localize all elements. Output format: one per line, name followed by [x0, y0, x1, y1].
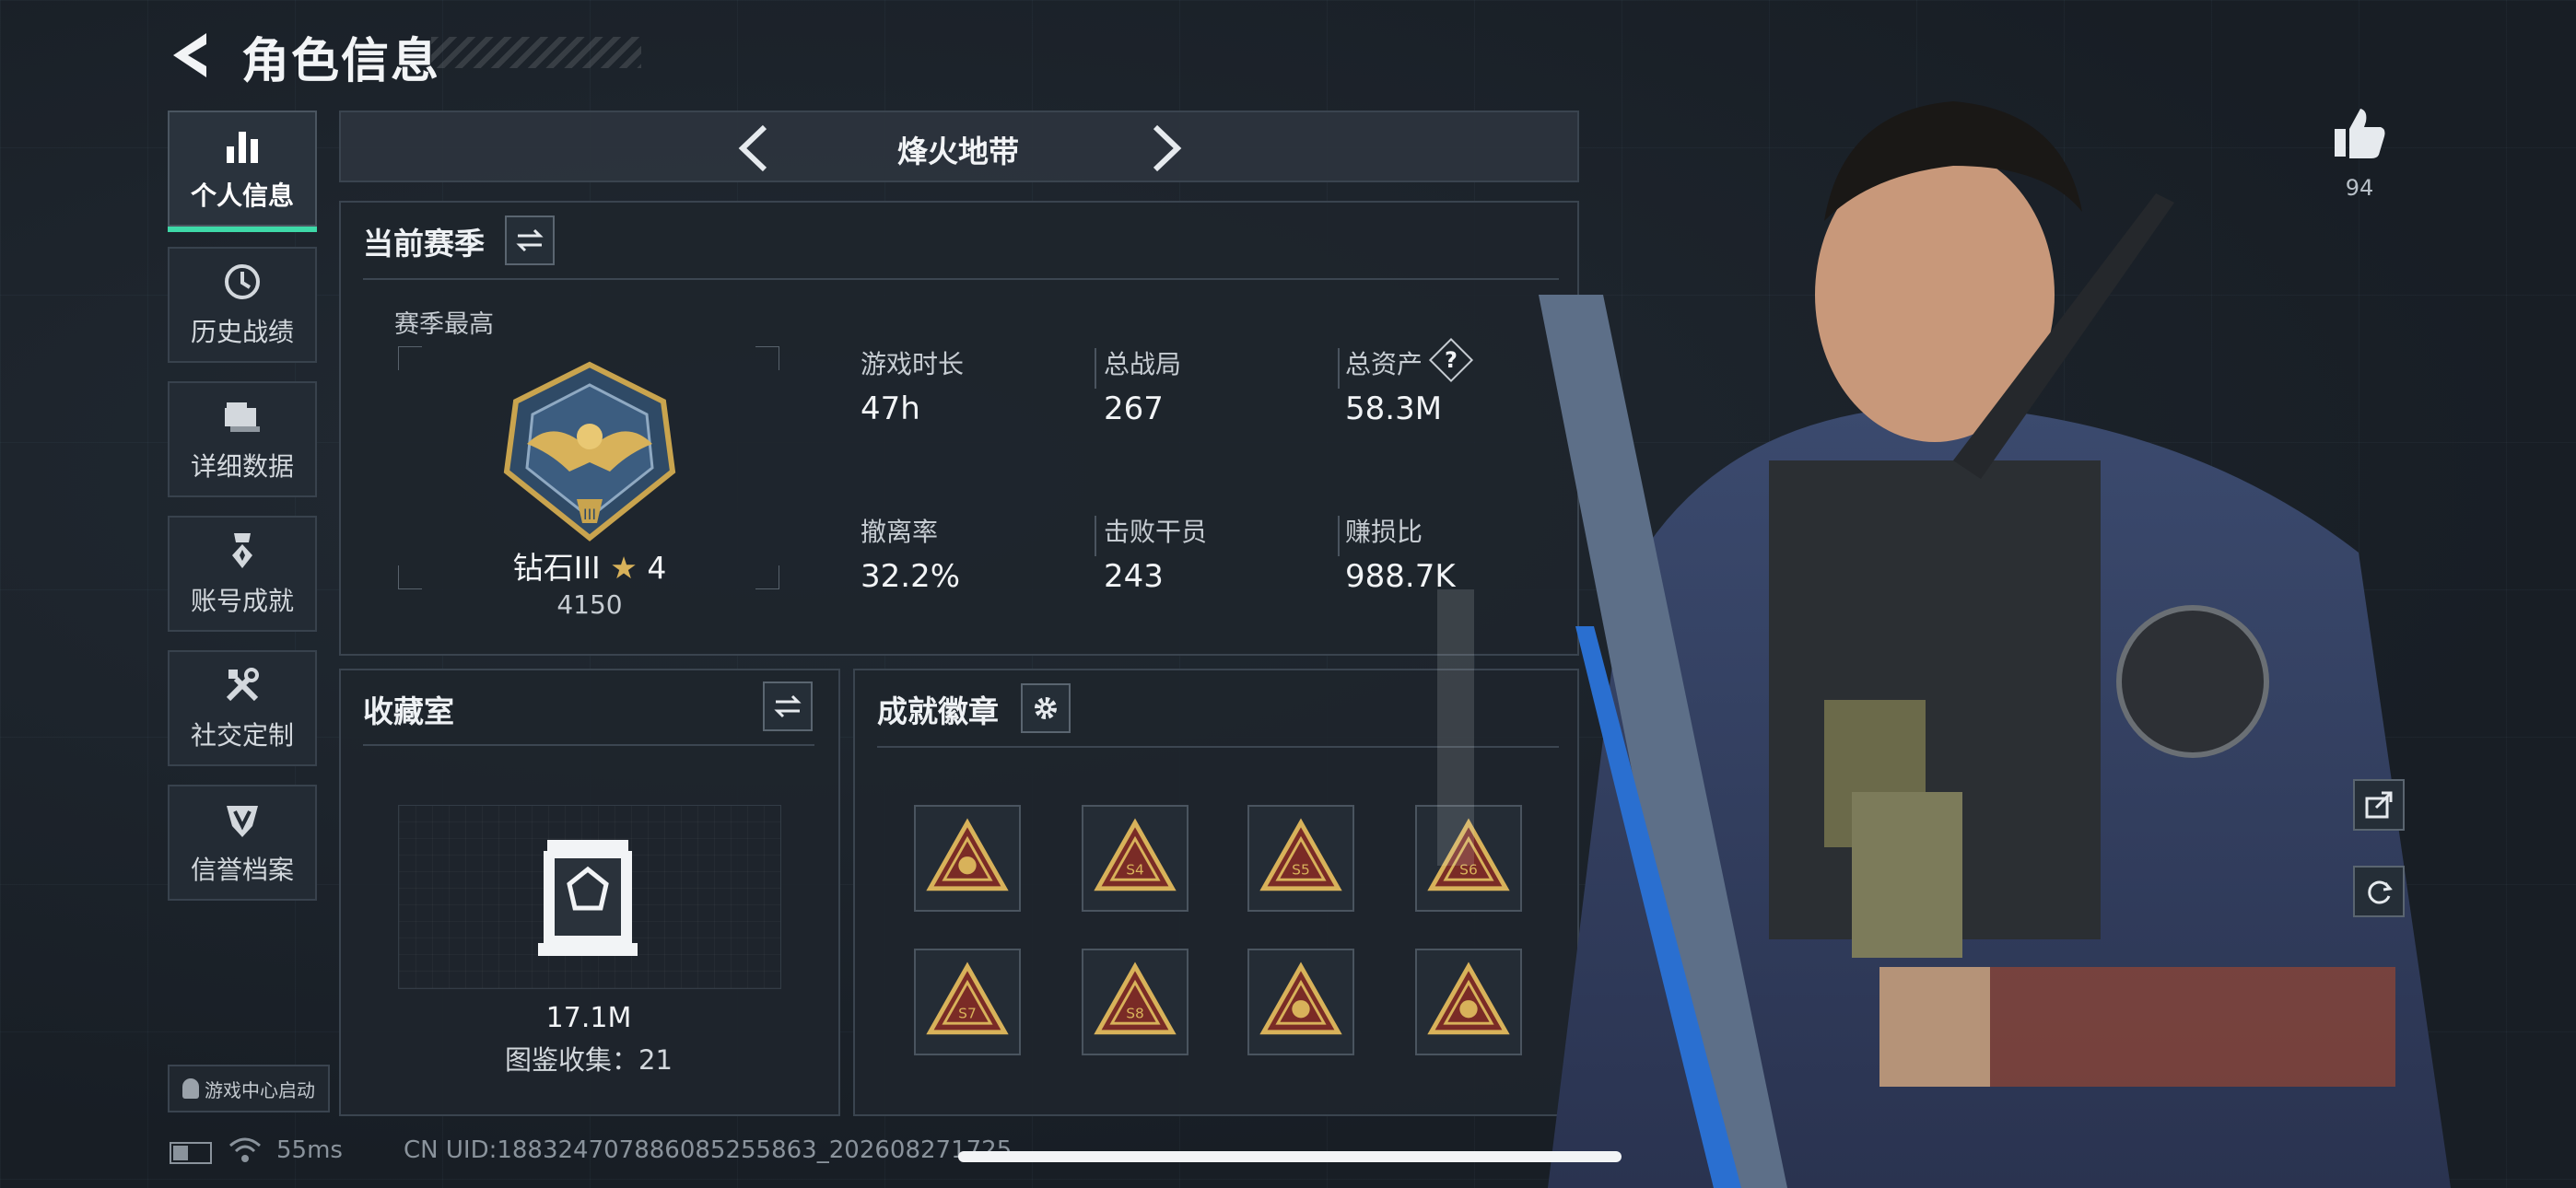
- stat-value-playtime: 47h: [861, 390, 920, 427]
- bar-chart-icon: [227, 132, 258, 163]
- sidebar-item-reputation[interactable]: 信誉档案: [168, 785, 317, 901]
- stat-label-extraction-rate: 撤离率: [861, 517, 939, 547]
- gear-icon: [1035, 697, 1057, 719]
- badge-slot[interactable]: [1247, 949, 1354, 1055]
- divider: [1338, 516, 1340, 556]
- game-center-launch-button[interactable]: 游戏中心启动: [168, 1065, 330, 1112]
- home-indicator[interactable]: [958, 1151, 1622, 1162]
- rank-score: 4150: [556, 589, 623, 620]
- badge-label: S8: [1126, 1005, 1144, 1021]
- chevron-right-icon: [1153, 124, 1182, 172]
- badge-label: S7: [958, 1005, 977, 1021]
- season-title: 当前赛季: [363, 226, 485, 262]
- sidebar-item-label: 个人信息: [190, 181, 294, 211]
- badge-label: S4: [1126, 861, 1144, 878]
- thumbs-up-icon: [2335, 109, 2385, 158]
- stat-label-kills: 击败干员: [1104, 517, 1208, 547]
- badge-slot[interactable]: S7: [914, 949, 1021, 1055]
- stat-label-profit-ratio: 赚损比: [1345, 517, 1423, 547]
- share-button[interactable]: [2353, 779, 2405, 831]
- sidebar-item-label: 信誉档案: [190, 855, 294, 885]
- badge-s8-icon: S8: [1094, 961, 1177, 1035]
- rotate-button[interactable]: [2353, 866, 2405, 917]
- stat-value-assets: 58.3M: [1345, 390, 1443, 427]
- divider: [1338, 348, 1340, 389]
- badges-title: 成就徽章: [877, 693, 999, 729]
- star-icon: ★: [610, 550, 638, 586]
- back-button[interactable]: [166, 28, 221, 83]
- divider: [363, 744, 814, 746]
- sidebar-item-details[interactable]: 详细数据: [168, 381, 317, 497]
- collection-value: 17.1M: [545, 1002, 632, 1034]
- swap-icon: [516, 228, 544, 252]
- badge-slot[interactable]: [914, 805, 1021, 912]
- wifi-icon: [228, 1136, 262, 1164]
- swap-icon: [774, 694, 802, 718]
- sidebar-item-label: 历史战绩: [190, 317, 294, 347]
- launch-label: 游戏中心启动: [205, 1078, 315, 1101]
- refresh-icon: [2368, 880, 2393, 904]
- display-case-icon: [538, 836, 638, 958]
- svg-text:III: III: [583, 506, 596, 523]
- sidebar-item-history[interactable]: 历史战绩: [168, 247, 317, 363]
- battery-icon: [170, 1142, 212, 1164]
- season-highest-label: 赛季最高: [394, 310, 494, 339]
- mode-prev-button[interactable]: [728, 116, 783, 181]
- share-icon: [2365, 791, 2393, 819]
- uid-text: CN UID:1883247078860852558​63_2026082717…: [404, 1136, 1013, 1164]
- divider: [1095, 348, 1096, 389]
- sidebar-item-social[interactable]: 社交定制: [168, 650, 317, 766]
- back-arrow-icon: [173, 33, 206, 77]
- badge-star-icon: [1259, 961, 1342, 1035]
- badge-slot[interactable]: S8: [1082, 949, 1188, 1055]
- stat-label-playtime: 游戏时长: [861, 349, 965, 379]
- sidebar-item-achievements[interactable]: 账号成就: [168, 516, 317, 632]
- sidebar-item-label: 账号成就: [190, 586, 294, 616]
- sidebar-item-label: 社交定制: [190, 720, 294, 751]
- medal-icon: [232, 533, 252, 568]
- tools-icon: [226, 668, 259, 702]
- rank-name-row: 钻石III ★ 4: [498, 543, 682, 588]
- chevron-left-icon: [738, 124, 767, 172]
- title-decoration: [431, 37, 641, 68]
- season-switch-button[interactable]: [505, 215, 555, 265]
- folder-icon: [225, 402, 260, 432]
- collection-count: 图鉴收集：21: [505, 1044, 673, 1076]
- mode-label: 烽火地带: [897, 134, 1019, 169]
- stat-value-extraction-rate: 32.2%: [861, 558, 961, 595]
- operator-image: [1437, 101, 2451, 1188]
- like-count: 94: [2345, 175, 2374, 201]
- sidebar-item-label: 详细数据: [190, 451, 294, 482]
- badge-label: S5: [1292, 861, 1310, 878]
- character-model[interactable]: [1437, 74, 2451, 1188]
- shield-v-icon: [227, 806, 258, 837]
- page-title: 角色信息: [241, 34, 441, 89]
- rank-stars: 4: [647, 550, 667, 586]
- stat-label-assets: 总资产: [1345, 349, 1423, 379]
- rank-emblem-icon: III: [499, 361, 680, 542]
- penguin-icon: [182, 1078, 199, 1099]
- badges-settings-button[interactable]: [1021, 683, 1071, 733]
- stat-value-matches: 267: [1104, 390, 1164, 427]
- divider: [363, 278, 1559, 280]
- badge-s4-icon: S4: [1094, 818, 1177, 891]
- badge-globe-icon: [926, 818, 1009, 891]
- badge-s5-icon: S5: [1259, 818, 1342, 891]
- stat-label-matches: 总战局: [1104, 349, 1182, 379]
- mode-next-button[interactable]: [1137, 116, 1192, 181]
- ping-text: 55ms: [276, 1136, 343, 1164]
- badge-slot[interactable]: S5: [1247, 805, 1354, 912]
- rank-name: 钻石III: [512, 550, 601, 586]
- sidebar-item-personal-info[interactable]: 个人信息: [168, 111, 317, 232]
- like-button[interactable]: [2331, 105, 2388, 162]
- badge-s7-icon: S7: [926, 961, 1009, 1035]
- stat-value-kills: 243: [1104, 558, 1164, 595]
- badge-slot[interactable]: S4: [1082, 805, 1188, 912]
- collection-title: 收藏室: [363, 693, 454, 729]
- collection-switch-button[interactable]: [763, 681, 813, 731]
- history-clock-icon: [225, 264, 260, 299]
- divider: [1095, 516, 1096, 556]
